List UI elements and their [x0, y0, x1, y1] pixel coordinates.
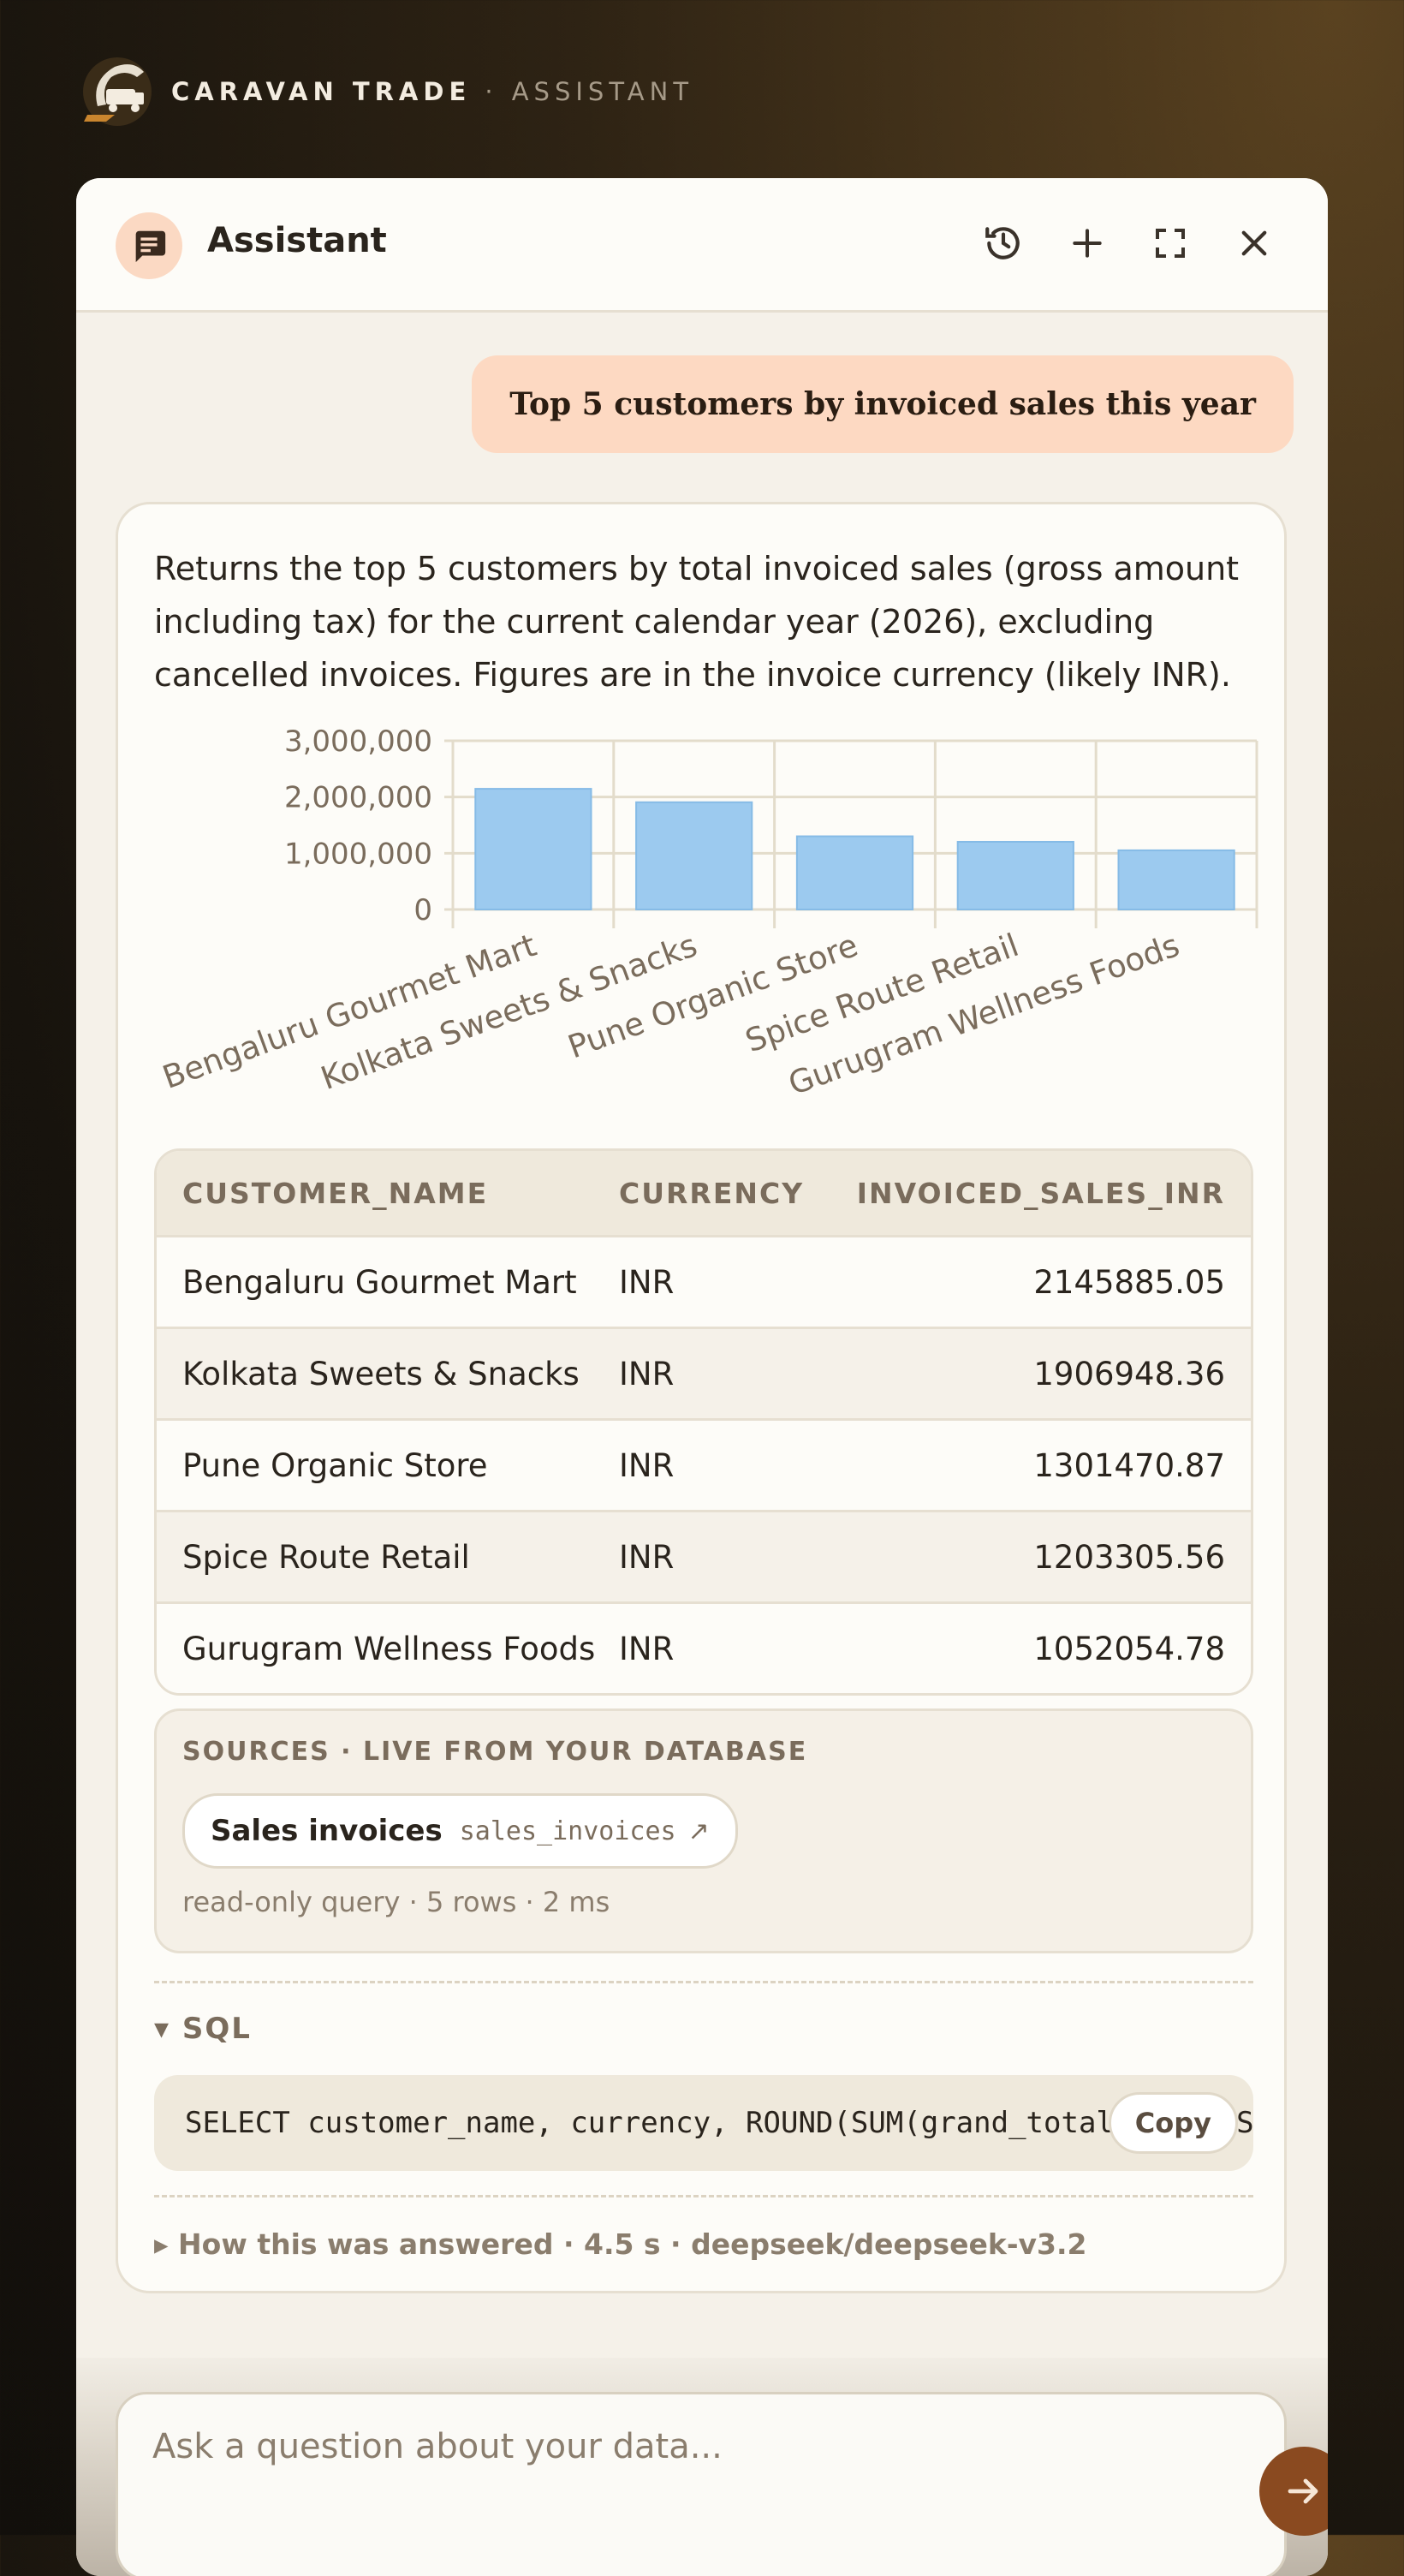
cell-invoiced-sales: 1052054.78	[1033, 1630, 1225, 1667]
cell-currency: INR	[619, 1538, 675, 1576]
user-message: Top 5 customers by invoiced sales this y…	[472, 355, 1294, 453]
cell-invoiced-sales: 1906948.36	[1033, 1355, 1225, 1392]
cell-customer-name: Pune Organic Store	[182, 1446, 488, 1484]
bar-chart: 01,000,0002,000,0003,000,000Bengaluru Go…	[158, 727, 1258, 1102]
brand-sub: ASSISTANT	[511, 77, 694, 106]
cell-customer-name: Kolkata Sweets & Snacks	[182, 1355, 580, 1392]
close-icon	[1241, 230, 1267, 256]
header-currency: CURRENCY	[619, 1176, 805, 1210]
brand: CARAVAN TRADE · ASSISTANT	[80, 55, 693, 128]
sources-meta: read-only query · 5 rows · 2 ms	[182, 1886, 610, 1918]
answer-text: Returns the top 5 customers by total inv…	[154, 550, 1240, 694]
sources-title: SOURCES · LIVE FROM YOUR DATABASE	[182, 1737, 808, 1767]
expand-button[interactable]	[1145, 218, 1195, 268]
assistant-answer-card: Returns the top 5 customers by total inv…	[116, 502, 1287, 2293]
history-icon	[985, 227, 1020, 259]
y-tick-label: 3,000,000	[284, 727, 432, 759]
header-invoiced-sales: INVOICED_SALES_INR	[856, 1176, 1225, 1210]
cell-invoiced-sales: 1301470.87	[1033, 1446, 1225, 1484]
input-area: Ask a question about your data...	[76, 2358, 1328, 2576]
close-button[interactable]	[1229, 218, 1279, 268]
source-chip-name: Sales invoices	[211, 1814, 443, 1848]
assistant-panel: Assistant Top 5 customers by invoiced sa…	[76, 178, 1328, 2576]
arrow-right-icon	[1288, 2478, 1318, 2504]
panel-header: Assistant	[76, 178, 1328, 313]
brand-separator: ·	[485, 77, 498, 106]
table-row: Kolkata Sweets & Snacks INR 1906948.36	[157, 1327, 1251, 1418]
brand-name: CARAVAN TRADE	[171, 77, 472, 106]
external-link-icon: ↗	[687, 1816, 710, 1846]
bar	[956, 840, 1074, 911]
sql-code: SELECT customer_name, currency, ROUND(SU…	[185, 2106, 1253, 2140]
table-header: CUSTOMER_NAME CURRENCY INVOICED_SALES_IN…	[157, 1151, 1251, 1235]
question-input-placeholder: Ask a question about your data...	[152, 2427, 723, 2466]
y-tick-label: 2,000,000	[284, 781, 432, 815]
copy-button[interactable]: Copy	[1108, 2092, 1238, 2154]
cell-currency: INR	[619, 1446, 675, 1484]
cell-invoiced-sales: 1203305.56	[1033, 1538, 1225, 1576]
bar	[1117, 849, 1235, 910]
sources-box: SOURCES · LIVE FROM YOUR DATABASE Sales …	[154, 1708, 1253, 1953]
divider	[154, 2195, 1253, 2197]
panel-title: Assistant	[207, 221, 387, 260]
sql-toggle[interactable]: ▾ SQL	[154, 2012, 252, 2046]
new-chat-button[interactable]	[1062, 218, 1112, 268]
cell-customer-name: Spice Route Retail	[182, 1538, 470, 1576]
cell-currency: INR	[619, 1263, 675, 1301]
source-chip-table: sales_invoices	[459, 1816, 676, 1846]
cell-currency: INR	[619, 1630, 675, 1667]
cell-customer-name: Gurugram Wellness Foods	[182, 1630, 596, 1667]
table-row: Pune Organic Store INR 1301470.87	[157, 1418, 1251, 1510]
how-answered-toggle[interactable]: ▸ How this was answered · 4.5 s · deepse…	[154, 2227, 1087, 2261]
header-customer-name: CUSTOMER_NAME	[182, 1176, 489, 1210]
bar	[795, 835, 914, 910]
question-input[interactable]: Ask a question about your data...	[116, 2392, 1287, 2576]
y-tick-label: 0	[413, 893, 432, 927]
bar	[635, 801, 753, 910]
sql-code-box[interactable]: SELECT customer_name, currency, ROUND(SU…	[154, 2075, 1253, 2171]
plus-icon	[1073, 229, 1102, 258]
cell-invoiced-sales: 2145885.05	[1033, 1263, 1225, 1301]
chat-icon	[116, 212, 182, 279]
history-button[interactable]	[979, 218, 1028, 268]
results-table: CUSTOMER_NAME CURRENCY INVOICED_SALES_IN…	[154, 1148, 1253, 1696]
y-tick-label: 1,000,000	[284, 837, 432, 871]
cell-customer-name: Bengaluru Gourmet Mart	[182, 1263, 577, 1301]
bar	[474, 788, 592, 910]
divider	[154, 1981, 1253, 1983]
table-row: Bengaluru Gourmet Mart INR 2145885.05	[157, 1235, 1251, 1327]
table-row: Gurugram Wellness Foods INR 1052054.78	[157, 1601, 1251, 1693]
source-chip-sales-invoices[interactable]: Sales invoices sales_invoices ↗	[182, 1793, 738, 1869]
cell-currency: INR	[619, 1355, 675, 1392]
caravan-truck-logo-icon	[83, 57, 152, 126]
table-row: Spice Route Retail INR 1203305.56	[157, 1510, 1251, 1601]
expand-icon	[1156, 229, 1185, 258]
